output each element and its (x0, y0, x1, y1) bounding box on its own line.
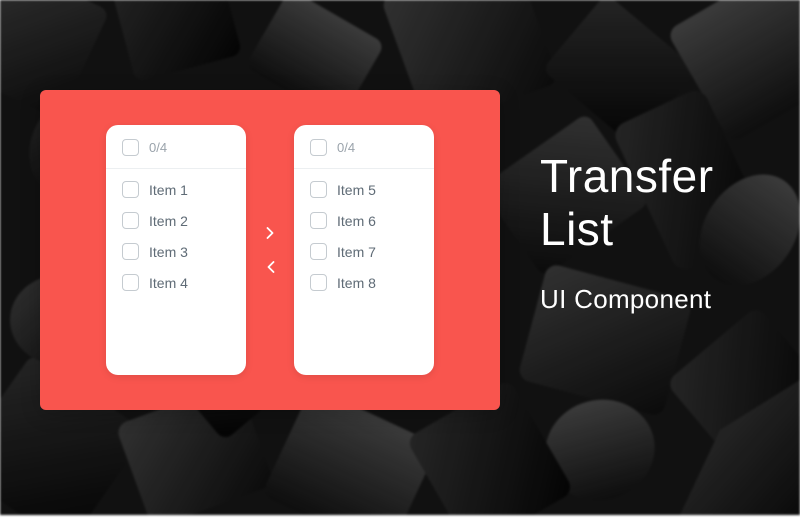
move-right-button[interactable] (260, 223, 280, 243)
list-item[interactable]: Item 3 (122, 243, 230, 260)
item-checkbox[interactable] (122, 181, 139, 198)
item-label: Item 8 (337, 275, 376, 291)
list-item[interactable]: Item 5 (310, 181, 418, 198)
transfer-list-panel: 0/4 Item 1 Item 2 Item 3 Item 4 (40, 90, 500, 410)
left-list-header: 0/4 (106, 125, 246, 169)
left-list-body: Item 1 Item 2 Item 3 Item 4 (106, 169, 246, 375)
page-title: Transfer List (540, 150, 714, 256)
title-block: Transfer List UI Component (540, 150, 714, 315)
page-subtitle: UI Component (540, 284, 714, 315)
item-checkbox[interactable] (122, 212, 139, 229)
item-label: Item 4 (149, 275, 188, 291)
list-item[interactable]: Item 1 (122, 181, 230, 198)
transfer-controls (260, 223, 280, 277)
item-checkbox[interactable] (310, 181, 327, 198)
list-item[interactable]: Item 8 (310, 274, 418, 291)
chevron-left-icon (266, 261, 275, 273)
title-line-2: List (540, 203, 614, 255)
item-checkbox[interactable] (310, 274, 327, 291)
list-item[interactable]: Item 7 (310, 243, 418, 260)
chevron-right-icon (266, 227, 275, 239)
item-label: Item 6 (337, 213, 376, 229)
list-item[interactable]: Item 6 (310, 212, 418, 229)
list-item[interactable]: Item 2 (122, 212, 230, 229)
right-list-body: Item 5 Item 6 Item 7 Item 8 (294, 169, 434, 375)
list-item[interactable]: Item 4 (122, 274, 230, 291)
left-select-all-checkbox[interactable] (122, 139, 139, 156)
item-checkbox[interactable] (122, 243, 139, 260)
item-checkbox[interactable] (310, 243, 327, 260)
right-list-count: 0/4 (337, 140, 355, 155)
move-left-button[interactable] (260, 257, 280, 277)
title-line-1: Transfer (540, 150, 714, 202)
left-list: 0/4 Item 1 Item 2 Item 3 Item 4 (106, 125, 246, 375)
item-label: Item 3 (149, 244, 188, 260)
item-label: Item 2 (149, 213, 188, 229)
right-select-all-checkbox[interactable] (310, 139, 327, 156)
right-list: 0/4 Item 5 Item 6 Item 7 Item 8 (294, 125, 434, 375)
item-label: Item 1 (149, 182, 188, 198)
right-list-header: 0/4 (294, 125, 434, 169)
item-label: Item 7 (337, 244, 376, 260)
item-checkbox[interactable] (310, 212, 327, 229)
left-list-count: 0/4 (149, 140, 167, 155)
item-checkbox[interactable] (122, 274, 139, 291)
item-label: Item 5 (337, 182, 376, 198)
